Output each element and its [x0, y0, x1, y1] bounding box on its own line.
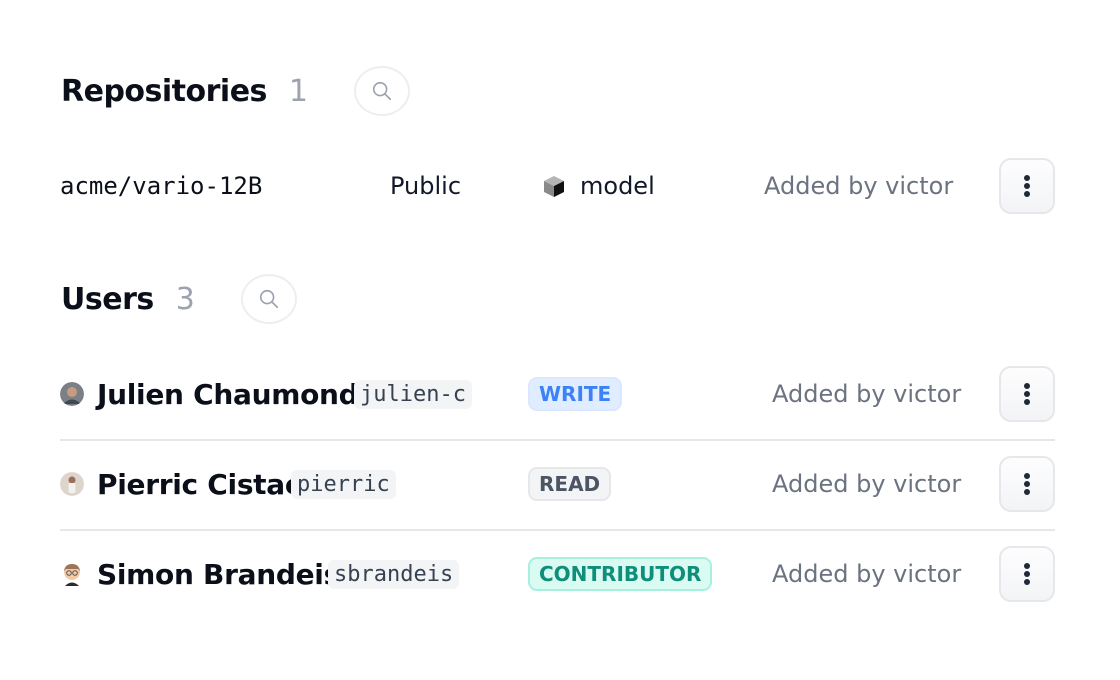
repository-row: acme/vario-12B Public model Added by vic…: [60, 158, 1055, 214]
user-row: Pierric Cistac pierric READ Added by vic…: [60, 456, 1055, 512]
repository-menu-button[interactable]: [999, 158, 1055, 214]
repository-visibility: Public: [390, 172, 462, 200]
user-name[interactable]: Julien Chaumond: [97, 378, 359, 411]
row-divider: [60, 529, 1055, 531]
repository-name[interactable]: acme/vario-12B: [60, 172, 262, 200]
users-header: Users 3: [61, 274, 297, 324]
user-added-by: Added by victor: [772, 380, 962, 408]
user-row: Simon Brandeis sbrandeis CONTRIBUTOR Add…: [60, 546, 1055, 602]
row-divider: [60, 439, 1055, 441]
more-vertical-icon: [1024, 175, 1030, 197]
repositories-search-button[interactable]: [354, 66, 410, 116]
user-added-by: Added by victor: [772, 560, 962, 588]
search-icon: [372, 81, 392, 101]
user-menu-button[interactable]: [999, 366, 1055, 422]
repositories-count: 1: [288, 73, 308, 109]
role-badge: CONTRIBUTOR: [528, 557, 713, 591]
users-count: 3: [175, 281, 195, 317]
repository-type-label: model: [580, 172, 655, 200]
repository-type: model: [542, 172, 655, 200]
user-menu-button[interactable]: [999, 546, 1055, 602]
avatar: [60, 562, 84, 586]
more-vertical-icon: [1024, 563, 1030, 585]
more-vertical-icon: [1024, 473, 1030, 495]
avatar: [60, 382, 84, 406]
user-handle: julien-c: [354, 379, 472, 409]
repository-added-by: Added by victor: [764, 172, 954, 200]
user-name[interactable]: Pierric Cistac: [97, 468, 301, 501]
user-added-by: Added by victor: [772, 470, 962, 498]
role-badge: READ: [528, 467, 612, 501]
repositories-header: Repositories 1: [61, 66, 410, 116]
repositories-title: Repositories: [61, 73, 267, 109]
avatar: [60, 472, 84, 496]
user-name[interactable]: Simon Brandeis: [97, 558, 340, 591]
users-title: Users: [61, 281, 154, 317]
user-menu-button[interactable]: [999, 456, 1055, 512]
user-handle: sbrandeis: [328, 559, 460, 589]
role-badge: WRITE: [528, 377, 623, 411]
user-row: Julien Chaumond julien-c WRITE Added by …: [60, 366, 1055, 422]
users-search-button[interactable]: [240, 274, 297, 324]
user-handle: pierric: [291, 469, 396, 499]
more-vertical-icon: [1024, 383, 1030, 405]
search-icon: [259, 289, 278, 309]
cube-icon: [544, 176, 564, 197]
